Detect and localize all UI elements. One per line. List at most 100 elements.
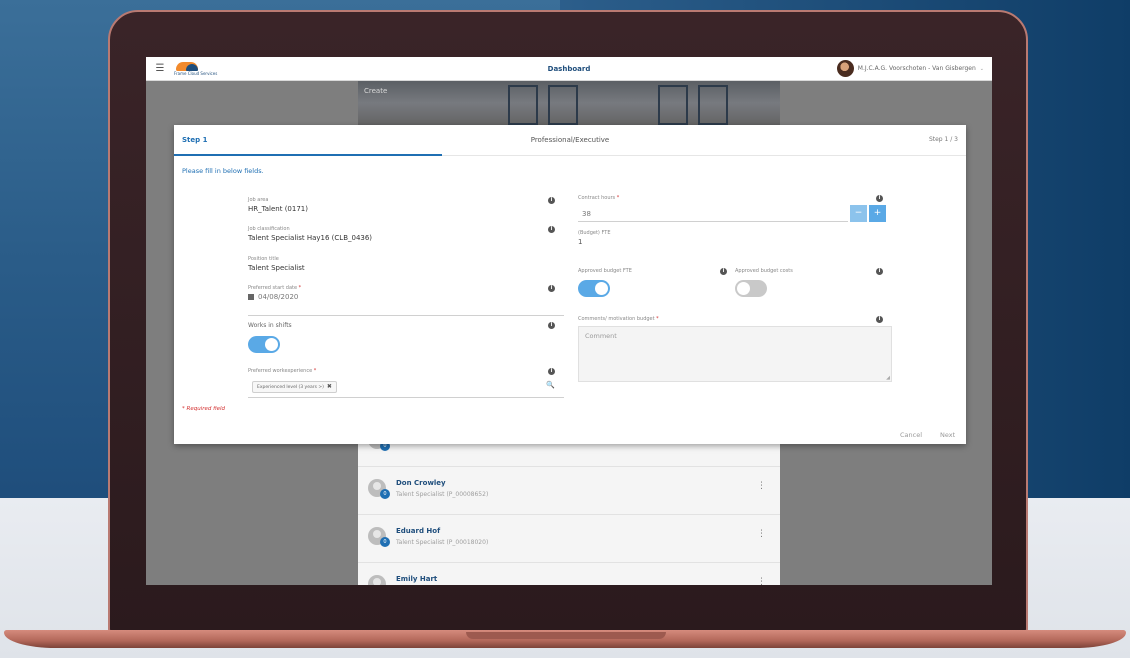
info-icon[interactable]: i <box>548 285 555 292</box>
laptop-screen: ☰ Frame Cloud Services Dashboard M.J.C.A… <box>146 57 992 585</box>
approved-budget-fte-label: Approved budget FTE <box>578 268 632 274</box>
photo-window <box>658 85 688 125</box>
kebab-menu-icon[interactable]: ⋮ <box>757 577 766 585</box>
job-area-field: Job area HR_Talent (0171) <box>248 197 308 213</box>
step-counter: Step 1 / 3 <box>928 136 958 143</box>
form-intro: Please fill in below fields. <box>182 167 264 175</box>
preferred-start-date-value[interactable]: 04/08/2020 <box>248 293 301 301</box>
person-avatar <box>368 575 386 585</box>
required-asterisk: * <box>298 285 302 291</box>
user-name: M.J.C.A.G. Voorschoten - Van Gisbergen <box>857 65 976 72</box>
contract-hours-underline <box>578 221 848 222</box>
approved-budget-costs-toggle[interactable] <box>735 280 767 297</box>
experience-underline <box>248 397 564 398</box>
info-icon[interactable]: i <box>876 195 883 202</box>
start-date-underline <box>248 315 564 316</box>
info-icon[interactable]: i <box>720 268 727 275</box>
person-name: Don Crowley <box>396 479 446 487</box>
photo-window <box>508 85 538 125</box>
list-item[interactable]: 0 Eduard Hof Talent Specialist (P_000180… <box>358 515 780 563</box>
preferred-experience-field: Preferred workexperience * <box>248 368 316 374</box>
required-asterisk: * <box>616 195 620 201</box>
required-field-note: * Required field <box>182 406 226 412</box>
experience-chip-text: Experienced level (3 years >) <box>257 385 324 390</box>
contract-hours-input[interactable]: 38 <box>582 210 591 218</box>
job-classification-value: Talent Specialist Hay16 (CLB_0436) <box>248 234 373 242</box>
preferred-experience-label-text: Preferred workexperience <box>248 368 313 374</box>
people-list: 0 Talent Specialist (P_00008658) ⋮ 0 Don… <box>358 419 780 585</box>
dialog-header: Step 1 Professional/Executive Step 1 / 3 <box>174 125 966 156</box>
preferred-start-date-field[interactable]: Preferred start date * 04/08/2020 <box>248 285 301 301</box>
tab-step-1[interactable]: Step 1 <box>182 136 207 144</box>
comments-label: Comments/ motivation budget * <box>578 316 659 322</box>
position-title-field: Position title Talent Specialist <box>248 256 305 272</box>
position-title-label: Position title <box>248 256 279 262</box>
next-button[interactable]: Next <box>940 431 955 439</box>
experience-chip[interactable]: Experienced level (3 years >) ✖ <box>252 381 337 393</box>
search-icon[interactable]: 🔍 <box>546 381 555 389</box>
increment-button[interactable]: + <box>869 205 886 222</box>
toggle-knob <box>737 282 750 295</box>
required-asterisk: * <box>313 368 317 374</box>
company-logo[interactable]: Frame Cloud Services <box>174 61 226 76</box>
works-in-shifts-toggle[interactable] <box>248 336 280 353</box>
preferred-start-date-label-text: Preferred start date <box>248 285 298 291</box>
photo-window <box>548 85 578 125</box>
user-menu[interactable]: M.J.C.A.G. Voorschoten - Van Gisbergen ⌄ <box>836 60 984 77</box>
calendar-icon[interactable] <box>248 294 254 300</box>
list-item[interactable]: 0 Emily Hart Talent Specialist (P_000008… <box>358 563 780 585</box>
avatar <box>836 60 854 77</box>
dialog-title: Professional/Executive <box>530 136 610 144</box>
required-asterisk: * <box>656 316 659 322</box>
decrement-button[interactable]: − <box>850 205 867 222</box>
approved-budget-costs-field: Approved budget costs <box>735 268 793 274</box>
person-name: Emily Hart <box>396 575 438 583</box>
approved-budget-fte-toggle[interactable] <box>578 280 610 297</box>
toggle-knob <box>595 282 608 295</box>
list-item[interactable]: 0 Don Crowley Talent Specialist (P_00008… <box>358 467 780 515</box>
position-title-value: Talent Specialist <box>248 264 305 272</box>
wizard-dialog: Step 1 Professional/Executive Step 1 / 3… <box>174 125 966 444</box>
preferred-start-date-text: 04/08/2020 <box>258 293 299 301</box>
info-icon[interactable]: i <box>876 268 883 275</box>
approved-budget-fte-field: Approved budget FTE <box>578 268 632 274</box>
laptop-notch <box>466 632 666 639</box>
header-photo: Create <box>358 81 780 125</box>
photo-window <box>698 85 728 125</box>
comments-textarea[interactable]: Comment ◢ <box>578 326 892 382</box>
kebab-menu-icon[interactable]: ⋮ <box>757 529 766 539</box>
active-step-indicator <box>174 154 442 156</box>
toggle-knob <box>265 338 278 351</box>
person-role: Talent Specialist (P_00008652) <box>396 491 489 498</box>
preferred-start-date-label: Preferred start date * <box>248 285 301 291</box>
works-in-shifts-label: Works in shifts <box>248 322 292 329</box>
contract-hours-label: Contract hours * <box>578 195 619 201</box>
person-name: Eduard Hof <box>396 527 441 535</box>
logo-text: Frame Cloud Services <box>174 70 218 76</box>
contract-hours-label-text: Contract hours <box>578 195 616 201</box>
info-icon[interactable]: i <box>548 322 555 329</box>
comments-field: Comments/ motivation budget * <box>578 316 659 322</box>
job-classification-label: Job classification <box>248 226 290 232</box>
preferred-experience-label: Preferred workexperience * <box>248 368 316 374</box>
comments-placeholder: Comment <box>585 332 617 340</box>
approved-budget-costs-label: Approved budget costs <box>735 268 793 274</box>
cancel-button[interactable]: Cancel <box>900 431 922 439</box>
chevron-down-icon: ⌄ <box>979 65 984 72</box>
info-icon[interactable]: i <box>876 316 883 323</box>
job-classification-field: Job classification Talent Specialist Hay… <box>248 226 372 242</box>
info-icon[interactable]: i <box>548 197 555 204</box>
person-role: Talent Specialist (P_00018020) <box>396 539 489 546</box>
budget-fte-label: (Budget) FTE <box>578 230 611 236</box>
photo-caption: Create <box>364 87 388 95</box>
resize-handle-icon[interactable]: ◢ <box>886 375 890 381</box>
budget-fte-field: (Budget) FTE 1 <box>578 230 610 246</box>
comments-label-text: Comments/ motivation budget <box>578 316 655 322</box>
info-icon[interactable]: i <box>548 368 555 375</box>
hamburger-icon[interactable]: ☰ <box>152 63 168 74</box>
info-icon[interactable]: i <box>548 226 555 233</box>
works-in-shifts-field: Works in shifts <box>248 322 292 329</box>
chip-remove-icon[interactable]: ✖ <box>327 383 332 390</box>
kebab-menu-icon[interactable]: ⋮ <box>757 481 766 491</box>
job-area-value: HR_Talent (0171) <box>248 205 308 213</box>
